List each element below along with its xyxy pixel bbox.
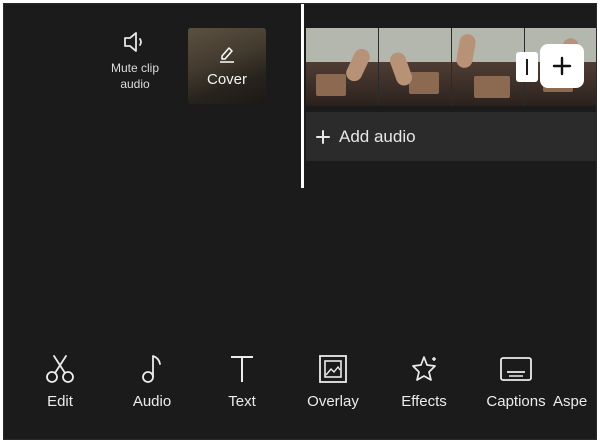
- cover-thumbnail: [188, 28, 266, 104]
- overlay-icon: [319, 355, 347, 383]
- toolbar-item-label: Audio: [132, 393, 172, 410]
- playhead[interactable]: [301, 4, 304, 188]
- scissors-icon: [46, 355, 74, 383]
- text-icon: [231, 356, 253, 382]
- toolbar-item-label: Overlay: [307, 393, 359, 410]
- plus-icon: [552, 56, 572, 76]
- bottom-toolbar: Edit Audio Text Overlay Effects Captions…: [4, 354, 596, 434]
- aspect-ratio-icon: [573, 354, 574, 384]
- cover-button[interactable]: Cover: [188, 28, 266, 104]
- toolbar-item-effects[interactable]: Effects: [379, 354, 469, 410]
- music-note-icon: [142, 355, 161, 383]
- add-audio-button[interactable]: Add audio: [306, 112, 596, 161]
- toolbar-item-label: Text: [228, 393, 256, 410]
- cover-label: Cover: [206, 71, 247, 88]
- toolbar-item-label: Captions: [486, 393, 546, 410]
- captions-icon: [500, 357, 532, 381]
- clip-trim-handle[interactable]: [516, 52, 538, 82]
- clip-frame: [452, 28, 525, 106]
- plus-icon: [316, 129, 330, 144]
- toolbar-item-label: Edit: [47, 393, 73, 410]
- toolbar-item-label: Aspe: [553, 393, 588, 410]
- pencil-icon: [220, 47, 234, 63]
- toolbar-item-edit[interactable]: Edit: [15, 354, 105, 410]
- toolbar-item-audio[interactable]: Audio: [107, 354, 197, 410]
- toolbar-item-label: Effects: [401, 393, 447, 410]
- speaker-icon: [124, 32, 142, 52]
- toolbar-item-overlay[interactable]: Overlay: [288, 354, 378, 410]
- mute-clip-audio-button[interactable]: Mute clip audio: [100, 30, 170, 92]
- add-audio-label: Add audio: [339, 126, 416, 146]
- editor-frame: Mute clip audio Cover Add audio Edit Aud…: [3, 3, 597, 440]
- clip-frame: [306, 28, 379, 106]
- toolbar-item-aspect[interactable]: Aspe: [553, 354, 593, 410]
- mute-clip-audio-label: Mute clip audio: [110, 61, 160, 91]
- effects-star-icon: [412, 356, 436, 381]
- toolbar-item-captions[interactable]: Captions: [471, 354, 561, 410]
- add-clip-button[interactable]: [540, 44, 584, 88]
- clip-frame: [379, 28, 452, 106]
- toolbar-item-text[interactable]: Text: [197, 354, 287, 410]
